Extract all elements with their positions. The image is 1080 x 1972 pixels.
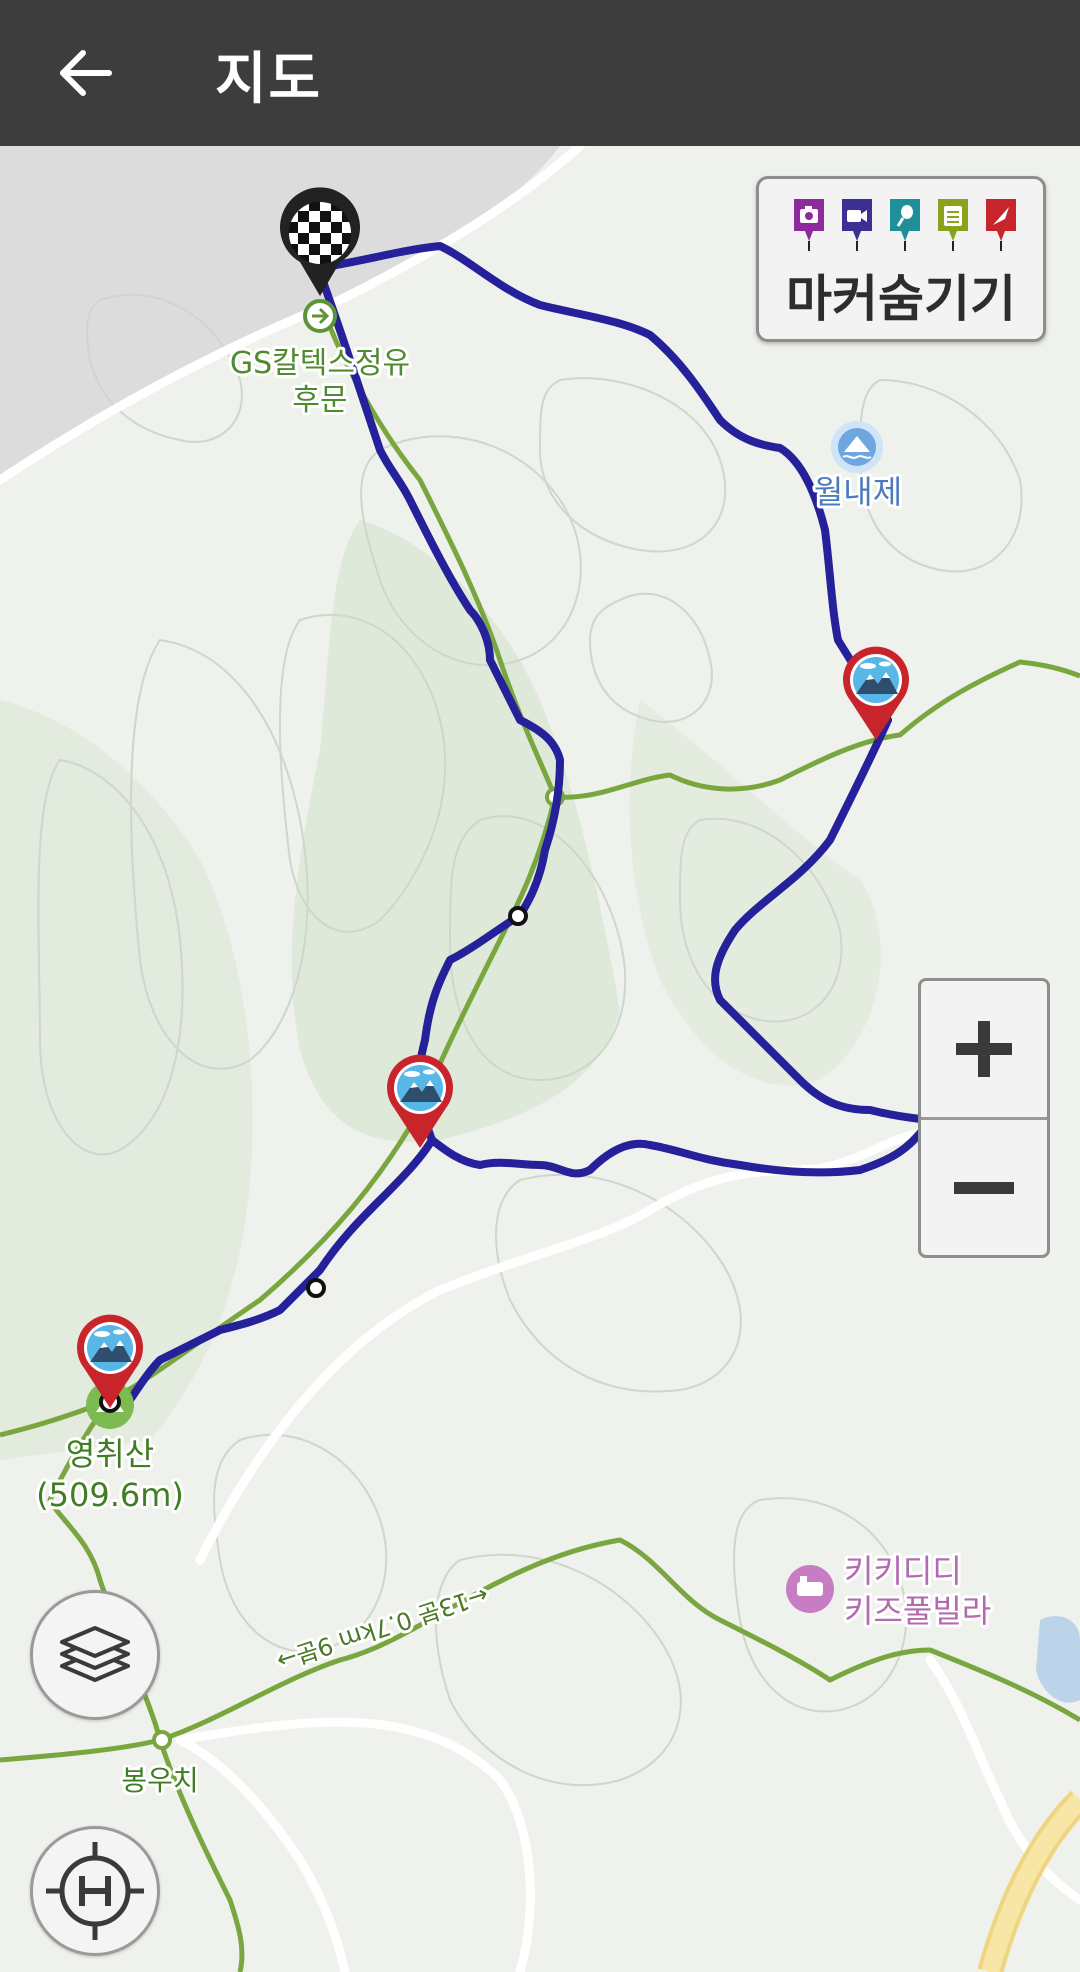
layers-button[interactable]: [30, 1590, 160, 1720]
arrow-left-icon: [60, 50, 112, 96]
camera-icon: [794, 199, 824, 241]
hide-markers-button[interactable]: 마커숨기기: [756, 176, 1046, 342]
reservoir-label: 월내제: [814, 473, 902, 511]
pass-label: 봉우치: [121, 1764, 198, 1797]
villa-label: 키즈풀빌라: [844, 1592, 991, 1630]
peak-name-label: 영취산: [66, 1435, 154, 1473]
note-icon: [938, 199, 968, 241]
flag-icon: [986, 199, 1016, 241]
photo-marker[interactable]: [843, 646, 909, 740]
back-button[interactable]: [50, 38, 120, 108]
page-title: 지도: [215, 47, 323, 112]
gas-station-label: 후문: [292, 383, 347, 418]
location-button[interactable]: [30, 1826, 160, 1956]
video-icon: [842, 199, 872, 241]
marker-type-icons: [794, 199, 1016, 251]
trail-distance-sign: ←13분 0.7km 9분→: [273, 1580, 492, 1675]
forest-area: [629, 700, 881, 1086]
reservoir-icon[interactable]: [831, 421, 883, 473]
minus-icon: [954, 1182, 1014, 1194]
villa-icon[interactable]: [786, 1565, 834, 1613]
microphone-icon: [890, 199, 920, 241]
top-app-bar: 지도: [0, 0, 1080, 146]
zoom-in-button[interactable]: [921, 981, 1047, 1120]
peak-height-label: (509.6m): [36, 1476, 184, 1514]
layers-icon: [60, 1626, 130, 1682]
villa-label: 키키디디: [844, 1552, 962, 1590]
zoom-controls: [918, 978, 1050, 1258]
gas-station-label: GS칼텍스정유: [230, 346, 410, 381]
map-view[interactable]: GS칼텍스정유 후문 월내제 영취산 (509.6m) 봉우치 키키디디 키즈풀…: [0, 146, 1080, 1972]
crosshair-home-icon: [46, 1842, 144, 1940]
hide-markers-label: 마커숨기기: [786, 270, 1016, 328]
zoom-out-button[interactable]: [921, 1120, 1047, 1256]
plus-icon: [956, 1021, 1012, 1077]
water-body: [1036, 1616, 1080, 1703]
gas-station-poi[interactable]: [303, 299, 337, 333]
